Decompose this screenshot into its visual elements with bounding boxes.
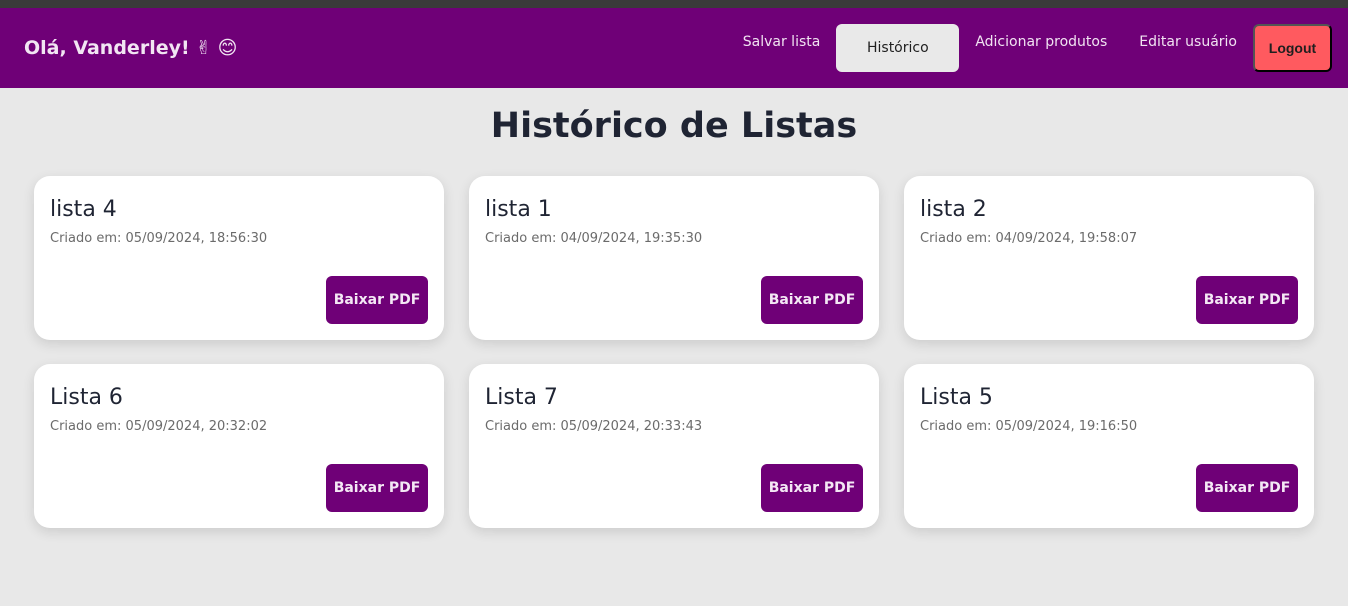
list-name: lista 1 bbox=[485, 197, 552, 222]
list-card: Lista 7 Criado em: 05/09/2024, 20:33:43 … bbox=[469, 364, 879, 528]
nav-edit-user[interactable]: Editar usuário bbox=[1123, 34, 1253, 50]
list-created: Criado em: 05/09/2024, 19:16:50 bbox=[920, 419, 1298, 434]
created-date: 05/09/2024, 20:33:43 bbox=[560, 419, 703, 434]
list-created: Criado em: 04/09/2024, 19:35:30 bbox=[485, 231, 863, 246]
created-date: 04/09/2024, 19:58:07 bbox=[995, 231, 1138, 246]
created-prefix: Criado em: bbox=[485, 231, 557, 246]
created-date: 04/09/2024, 19:35:30 bbox=[560, 231, 703, 246]
list-card: Lista 5 Criado em: 05/09/2024, 19:16:50 … bbox=[904, 364, 1314, 528]
created-prefix: Criado em: bbox=[485, 419, 557, 434]
created-prefix: Criado em: bbox=[50, 231, 122, 246]
victory-hand-icon: ✌ bbox=[195, 36, 212, 59]
greeting-text: Olá, Vanderley! bbox=[24, 37, 190, 59]
download-pdf-button[interactable]: Baixar PDF bbox=[761, 464, 863, 512]
list-card: Lista 6 Criado em: 05/09/2024, 20:32:02 … bbox=[34, 364, 444, 528]
created-date: 05/09/2024, 20:32:02 bbox=[125, 419, 268, 434]
list-created: Criado em: 05/09/2024, 20:32:02 bbox=[50, 419, 428, 434]
nav-add-products[interactable]: Adicionar produtos bbox=[959, 34, 1123, 50]
logout-button[interactable]: Logout bbox=[1253, 24, 1332, 72]
download-pdf-button[interactable]: Baixar PDF bbox=[1196, 464, 1298, 512]
created-prefix: Criado em: bbox=[920, 419, 992, 434]
list-name: lista 2 bbox=[920, 197, 987, 222]
list-created: Criado em: 04/09/2024, 19:58:07 bbox=[920, 231, 1298, 246]
download-pdf-button[interactable]: Baixar PDF bbox=[761, 276, 863, 324]
greeting: Olá, Vanderley! ✌ 😊 bbox=[24, 37, 237, 59]
smiling-face-icon: 😊 bbox=[217, 36, 238, 59]
created-prefix: Criado em: bbox=[920, 231, 992, 246]
navbar: Olá, Vanderley! ✌ 😊 Salvar lista Históri… bbox=[0, 8, 1348, 88]
created-date: 05/09/2024, 19:16:50 bbox=[995, 419, 1138, 434]
download-pdf-button[interactable]: Baixar PDF bbox=[1196, 276, 1298, 324]
list-name: Lista 7 bbox=[485, 385, 558, 410]
list-name: lista 4 bbox=[50, 197, 117, 222]
list-card: lista 1 Criado em: 04/09/2024, 19:35:30 … bbox=[469, 176, 879, 340]
created-date: 05/09/2024, 18:56:30 bbox=[125, 231, 268, 246]
nav-save-list[interactable]: Salvar lista bbox=[727, 34, 837, 50]
list-card: lista 4 Criado em: 05/09/2024, 18:56:30 … bbox=[34, 176, 444, 340]
list-name: Lista 5 bbox=[920, 385, 993, 410]
list-card: lista 2 Criado em: 04/09/2024, 19:58:07 … bbox=[904, 176, 1314, 340]
nav-links: Salvar lista Histórico Adicionar produto… bbox=[727, 8, 1332, 88]
download-pdf-button[interactable]: Baixar PDF bbox=[326, 464, 428, 512]
list-created: Criado em: 05/09/2024, 18:56:30 bbox=[50, 231, 428, 246]
download-pdf-button[interactable]: Baixar PDF bbox=[326, 276, 428, 324]
page-title: Histórico de Listas bbox=[490, 106, 858, 146]
created-prefix: Criado em: bbox=[50, 419, 122, 434]
browser-top-strip bbox=[0, 0, 1348, 8]
nav-history[interactable]: Histórico bbox=[836, 24, 960, 72]
list-created: Criado em: 05/09/2024, 20:33:43 bbox=[485, 419, 863, 434]
list-name: Lista 6 bbox=[50, 385, 123, 410]
list-grid: lista 4 Criado em: 05/09/2024, 18:56:30 … bbox=[34, 176, 1314, 528]
